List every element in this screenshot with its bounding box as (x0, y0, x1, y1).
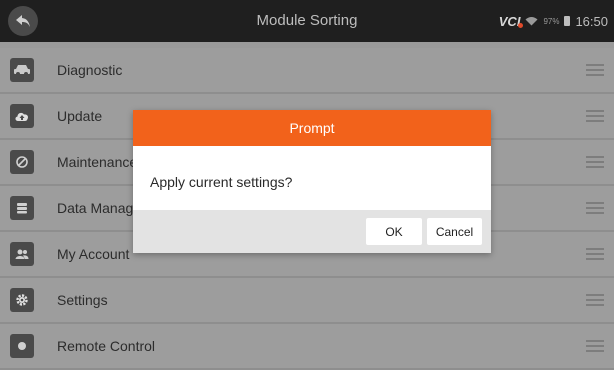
prompt-dialog: Prompt Apply current settings? OK Cancel (133, 110, 491, 253)
wrench-icon (10, 150, 34, 174)
drag-handle-icon[interactable] (586, 110, 604, 122)
drag-handle-icon[interactable] (586, 294, 604, 306)
ok-button[interactable]: OK (366, 218, 422, 245)
dialog-title: Prompt (133, 110, 491, 146)
database-icon (10, 196, 34, 220)
dialog-footer: OK Cancel (133, 210, 491, 253)
module-row-diagnostic[interactable]: Diagnostic (0, 48, 614, 94)
status-bar: VCI 97% 16:50 (499, 0, 608, 42)
drag-handle-icon[interactable] (586, 156, 604, 168)
car-icon (10, 58, 34, 82)
cloud-upload-icon (10, 104, 34, 128)
module-label: Maintenance (57, 154, 138, 170)
drag-handle-icon[interactable] (586, 64, 604, 76)
module-row-remote-control[interactable]: Remote Control (0, 324, 614, 370)
module-row-settings[interactable]: Settings (0, 278, 614, 324)
module-label: Data Manage (57, 200, 142, 216)
drag-handle-icon[interactable] (586, 202, 604, 214)
module-label: Settings (57, 292, 108, 308)
top-bar: Module Sorting VCI 97% 16:50 (0, 0, 614, 42)
gear-icon (10, 288, 34, 312)
dialog-message: Apply current settings? (150, 174, 293, 190)
battery-icon (564, 16, 571, 26)
vci-label: VCI (498, 13, 521, 29)
module-label: My Account (57, 246, 130, 262)
drag-handle-icon[interactable] (586, 340, 604, 352)
module-label: Update (57, 108, 103, 124)
cancel-button[interactable]: Cancel (427, 218, 482, 245)
drag-handle-icon[interactable] (586, 248, 604, 260)
module-label: Remote Control (57, 338, 156, 354)
wifi-icon (525, 17, 538, 26)
vci-status-icon: VCI (498, 13, 524, 29)
users-icon (10, 242, 34, 266)
clock-time: 16:50 (575, 13, 608, 29)
remote-icon (10, 334, 34, 358)
module-label: Diagnostic (57, 62, 123, 78)
battery-percent: 97% (543, 16, 560, 26)
